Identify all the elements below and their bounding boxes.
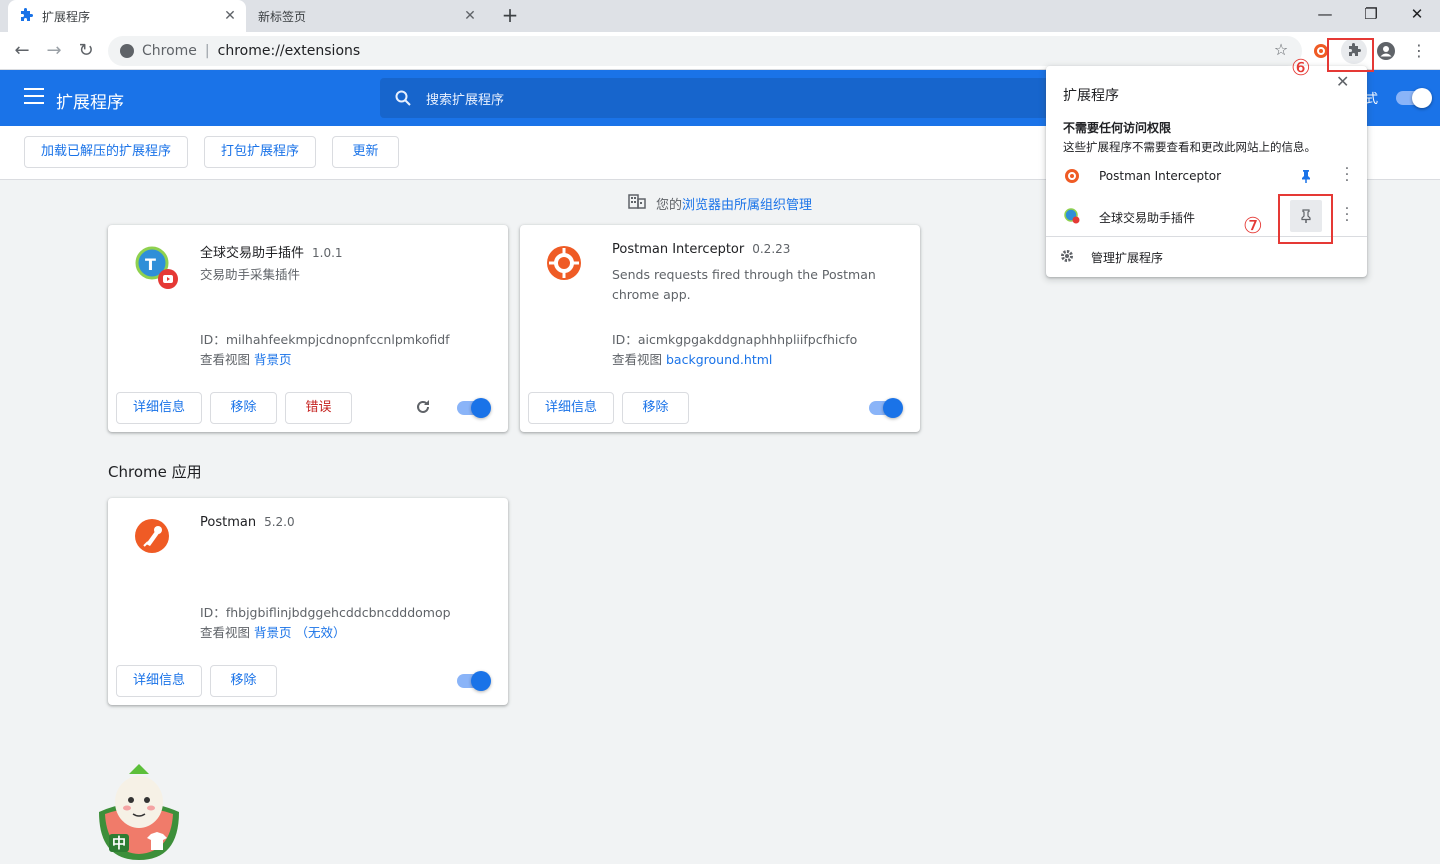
tab-newtab[interactable]: 新标签页 ✕: [248, 0, 486, 32]
omnibox-url: chrome://extensions: [217, 43, 361, 59]
popup-close-icon[interactable]: ✕: [1336, 72, 1349, 91]
details-button[interactable]: 详细信息: [528, 392, 614, 424]
chrome-info-icon: [120, 44, 134, 58]
manage-extensions-link[interactable]: 管理扩展程序: [1091, 249, 1163, 266]
global-trade-icon: [1064, 208, 1080, 224]
inspect-views: 查看视图 background.html: [612, 352, 773, 367]
highlight-box-puzzle: [1327, 38, 1374, 72]
page-title: 扩展程序: [56, 93, 124, 113]
annotation-seven: ⑦: [1243, 214, 1263, 239]
new-tab-button[interactable]: +: [498, 4, 522, 28]
puzzle-icon: [18, 8, 34, 24]
mascot-sticker: 中: [93, 762, 185, 860]
managed-notice: 您的 浏览器由所属组织管理: [628, 193, 812, 213]
enable-toggle[interactable]: [869, 398, 903, 418]
managed-link[interactable]: 浏览器由所属组织管理: [682, 194, 812, 213]
extension-description: 交易助手采集插件: [200, 267, 301, 282]
tab-strip: 扩展程序 ✕ 新标签页 ✕ + — ❐ ✕: [0, 0, 1440, 32]
more-options-icon[interactable]: · · ·: [1342, 202, 1352, 228]
remove-button[interactable]: 移除: [622, 392, 689, 424]
popup-item-label: 全球交易助手插件: [1099, 211, 1196, 225]
browser-toolbar: ← → ↻ Chrome | chrome://extensions ☆ ⋮: [0, 32, 1440, 70]
mascot-text: 中: [112, 836, 126, 852]
svg-text:T: T: [145, 255, 156, 274]
restore-icon[interactable]: ❐: [1348, 0, 1394, 30]
chrome-apps-heading: Chrome 应用: [108, 463, 202, 481]
annotation-six: ⑥: [1291, 56, 1311, 81]
search-extensions-input[interactable]: 搜索扩展程序: [380, 78, 1080, 118]
tab-label: 新标签页: [258, 9, 307, 24]
extension-card-global-trade: T 全球交易助手插件 1.0.1 交易助手采集插件 ID：milhahfeekmp…: [108, 225, 508, 432]
app-version: 5.2.0: [264, 515, 295, 529]
background-page-link[interactable]: 背景页: [254, 625, 292, 640]
app-name: Postman 5.2.0: [200, 515, 295, 530]
update-button[interactable]: 更新: [332, 136, 399, 168]
browser-menu-icon[interactable]: ⋮: [1406, 38, 1432, 64]
extension-name: 全球交易助手插件 1.0.1: [200, 246, 343, 261]
extension-card-postman-interceptor: Postman Interceptor 0.2.23 Sends requests…: [520, 225, 920, 432]
details-button[interactable]: 详细信息: [116, 392, 202, 424]
minimize-icon[interactable]: —: [1302, 0, 1348, 30]
remove-button[interactable]: 移除: [210, 392, 277, 424]
hamburger-menu-icon[interactable]: [24, 88, 44, 104]
close-tab-icon[interactable]: ✕: [462, 8, 478, 24]
extension-id: ID：aicmkgpgakddgnaphhhpliifpcfhicfo: [612, 332, 858, 347]
popup-subtitle: 不需要任何访问权限: [1063, 121, 1172, 135]
postman-app-icon: [134, 518, 174, 558]
errors-button[interactable]: 错误: [285, 392, 352, 424]
omnibox-separator: |: [204, 43, 210, 59]
enable-toggle[interactable]: [457, 671, 491, 691]
inspect-views: 查看视图 背景页 （无效）: [200, 625, 346, 640]
app-card-postman: Postman 5.2.0 ID：fhbjgbiflinjbdggehcddcbn…: [108, 498, 508, 705]
global-trade-icon: T: [134, 245, 178, 289]
managed-prefix: 您的: [656, 197, 683, 213]
popup-item-postman-interceptor[interactable]: Postman Interceptor · · ·: [1046, 156, 1367, 196]
inactive-label: （无效）: [295, 625, 346, 640]
background-html-link[interactable]: background.html: [666, 352, 772, 367]
gear-icon: [1060, 249, 1074, 263]
developer-mode-toggle[interactable]: [1396, 88, 1432, 108]
extensions-popup: 扩展程序 ✕ 不需要任何访问权限 这些扩展程序不需要查看和更改此网站上的信息。 …: [1046, 66, 1367, 277]
search-placeholder: 搜索扩展程序: [426, 92, 505, 108]
popup-description: 这些扩展程序不需要查看和更改此网站上的信息。: [1063, 140, 1316, 154]
building-icon: [628, 193, 646, 213]
extension-version: 1.0.1: [312, 246, 343, 260]
popup-title: 扩展程序: [1063, 88, 1119, 104]
omnibox[interactable]: Chrome | chrome://extensions: [108, 36, 1302, 66]
close-window-icon[interactable]: ✕: [1394, 0, 1440, 30]
profile-avatar-icon[interactable]: [1373, 38, 1399, 64]
postman-interceptor-icon: [546, 245, 586, 285]
remove-button[interactable]: 移除: [210, 665, 277, 697]
tab-label: 扩展程序: [42, 9, 91, 24]
extension-description: Sends requests fired through the Postman…: [612, 267, 876, 302]
reload-icon[interactable]: ↻: [72, 37, 100, 65]
extension-id: ID：milhahfeekmpjcdnopnfccnlpmkofidf: [200, 332, 450, 347]
highlight-box-pin: [1278, 194, 1333, 244]
inspect-views: 查看视图 背景页: [200, 352, 292, 367]
pin-icon-pinned[interactable]: [1298, 168, 1314, 184]
postman-interceptor-icon: [1064, 168, 1080, 184]
reload-extension-icon[interactable]: [414, 398, 434, 418]
close-tab-icon[interactable]: ✕: [222, 8, 238, 24]
enable-toggle[interactable]: [457, 398, 491, 418]
omnibox-host: Chrome: [142, 43, 197, 59]
back-icon[interactable]: ←: [8, 37, 36, 65]
details-button[interactable]: 详细信息: [116, 665, 202, 697]
load-unpacked-button[interactable]: 加载已解压的扩展程序: [24, 136, 188, 168]
pack-extension-button[interactable]: 打包扩展程序: [204, 136, 316, 168]
extension-version: 0.2.23: [752, 242, 791, 256]
search-icon: [394, 89, 412, 107]
forward-icon[interactable]: →: [40, 37, 68, 65]
app-id: ID：fhbjgbiflinjbdggehcddcbncdddomop: [200, 605, 451, 620]
tab-extensions[interactable]: 扩展程序 ✕: [8, 0, 246, 32]
background-page-link[interactable]: 背景页: [254, 352, 292, 367]
more-options-icon[interactable]: · · ·: [1342, 162, 1352, 188]
popup-item-label: Postman Interceptor: [1099, 169, 1222, 183]
extension-name: Postman Interceptor 0.2.23: [612, 242, 791, 257]
